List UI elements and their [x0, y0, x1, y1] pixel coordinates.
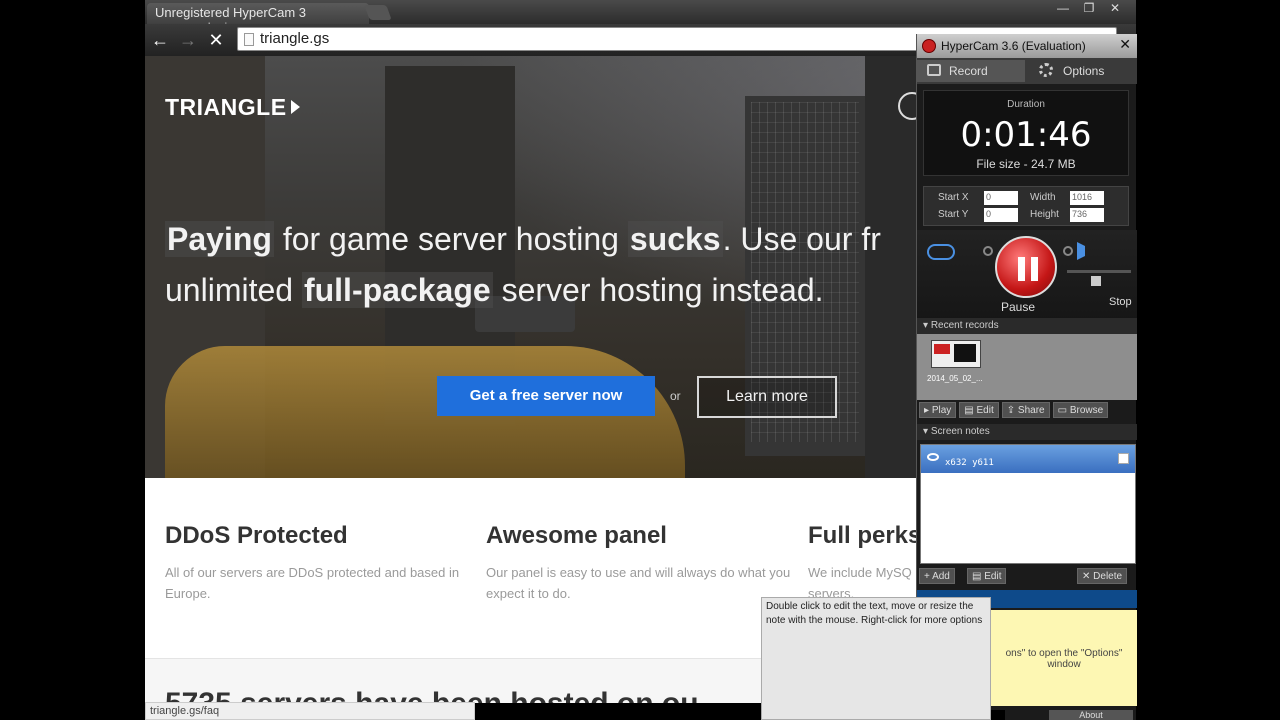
hypercam-title: HyperCam 3.6 (Evaluation): [941, 39, 1086, 53]
stop-loading-icon[interactable]: ✕: [205, 30, 227, 50]
url-text: triangle.gs: [260, 30, 330, 47]
back-icon[interactable]: ←: [149, 30, 171, 50]
note-coords: x632 y611: [945, 458, 994, 468]
add-note-button[interactable]: + Add: [919, 568, 955, 584]
taskbar-gap: [991, 710, 1005, 720]
feature-panel: Awesome panel Our panel is easy to use a…: [486, 522, 796, 604]
volume-slider[interactable]: [1067, 270, 1131, 273]
audio-knob-icon[interactable]: [1063, 246, 1073, 256]
speaker-icon[interactable]: [1077, 242, 1099, 260]
close-window-icon[interactable]: ✕: [1102, 0, 1128, 18]
play-button[interactable]: ▸ Play: [919, 402, 957, 418]
stop-icon[interactable]: [1091, 276, 1101, 286]
feature-ddos: DDoS Protected All of our servers are DD…: [165, 522, 475, 604]
forward-icon[interactable]: →: [177, 30, 199, 50]
height-field[interactable]: 736: [1070, 208, 1104, 222]
start-y-field[interactable]: 0: [984, 208, 1018, 222]
webcam-icon[interactable]: [927, 244, 955, 260]
notes-toolbar: + Add ▤ Edit ✕ Delete: [917, 568, 1137, 586]
browse-button[interactable]: ▭ Browse: [1052, 402, 1109, 418]
browser-titlebar: Unregistered HyperCam 3 — ❐ ✕: [145, 0, 1136, 24]
window-controls: — ❐ ✕: [1050, 0, 1128, 18]
note-checkbox[interactable]: [1118, 453, 1129, 464]
share-button[interactable]: ⇪ Share: [1001, 402, 1050, 418]
recent-thumbnail[interactable]: [931, 340, 981, 368]
screen-recording-frame: Unregistered HyperCam 3 — ❐ ✕ www.solvei…: [0, 0, 1280, 720]
edit-button[interactable]: ▤ Edit: [959, 402, 999, 418]
stop-label: Stop: [1109, 296, 1132, 308]
new-tab-button[interactable]: [364, 5, 392, 20]
tab-title: Unregistered HyperCam 3: [155, 5, 307, 20]
delete-note-button[interactable]: ✕ Delete: [1077, 568, 1128, 584]
note-item[interactable]: x632 y611: [921, 445, 1135, 473]
brand-logo[interactable]: TRIANGLE: [165, 94, 300, 121]
options-hint-note: ons" to open the "Options" window: [991, 610, 1137, 706]
status-bar: triangle.gs/faq: [145, 702, 475, 720]
recent-records-header[interactable]: ▾ Recent records: [917, 318, 1137, 334]
restore-icon[interactable]: ❐: [1076, 0, 1102, 18]
hypercam-logo-icon: [922, 39, 936, 53]
duration-display: Duration 0:01:46 File size - 24.7 MB: [923, 90, 1129, 176]
webcam-knob-icon[interactable]: [983, 246, 993, 256]
recent-toolbar: ▸ Play ▤ Edit ⇪ Share ▭ Browse: [917, 402, 1137, 420]
file-size: File size - 24.7 MB: [976, 157, 1076, 171]
recent-item-name: 2014_05_02_...: [927, 374, 983, 383]
logo-arrow-icon: [290, 100, 300, 114]
learn-more-button[interactable]: Learn more: [697, 376, 837, 418]
eye-icon[interactable]: [927, 453, 939, 461]
screen-notes-list: x632 y611: [920, 444, 1136, 564]
tab-record[interactable]: Record: [917, 60, 1025, 82]
hypercam-titlebar[interactable]: HyperCam 3.6 (Evaluation) ✕: [917, 34, 1137, 58]
or-label: or: [670, 389, 681, 403]
get-free-server-button[interactable]: Get a free server now: [437, 376, 655, 416]
start-y-label: Start Y: [938, 209, 969, 220]
note-tooltip: Double click to edit the text, move or r…: [761, 597, 991, 720]
gear-icon: [1039, 63, 1053, 77]
taskbar-strip: [475, 703, 761, 720]
camera-icon: [927, 64, 941, 76]
width-label: Width: [1030, 192, 1056, 203]
feature-text: All of our servers are DDoS protected an…: [165, 565, 460, 601]
hypercam-tabs: Record Options: [917, 58, 1137, 84]
edit-note-button[interactable]: ▤ Edit: [967, 568, 1007, 584]
pause-button[interactable]: [995, 236, 1057, 298]
height-label: Height: [1030, 209, 1059, 220]
pause-label: Pause: [1001, 300, 1036, 314]
tab-options[interactable]: Options: [1029, 60, 1137, 82]
start-x-field[interactable]: 0: [984, 191, 1018, 205]
feature-text: Our panel is easy to use and will always…: [486, 565, 791, 601]
minimize-icon[interactable]: —: [1050, 0, 1076, 18]
recent-records-list: 2014_05_02_...: [917, 334, 1137, 400]
feature-title: Awesome panel: [486, 522, 667, 549]
about-button[interactable]: About: [1049, 710, 1133, 720]
width-field[interactable]: 1016: [1070, 191, 1104, 205]
start-x-label: Start X: [938, 192, 969, 203]
screen-notes-header[interactable]: ▾ Screen notes: [917, 424, 1137, 440]
capture-area-fields: Start X 0 Width 1016 Start Y 0 Height 73…: [923, 186, 1129, 226]
recording-controls: Pause Stop: [917, 230, 1137, 322]
pause-icon: [1018, 257, 1038, 281]
close-icon[interactable]: ✕: [1119, 36, 1131, 53]
duration-value: 0:01:46: [960, 115, 1092, 155]
page-icon: [244, 33, 254, 46]
feature-title: DDoS Protected: [165, 522, 348, 549]
duration-label: Duration: [1007, 99, 1045, 110]
